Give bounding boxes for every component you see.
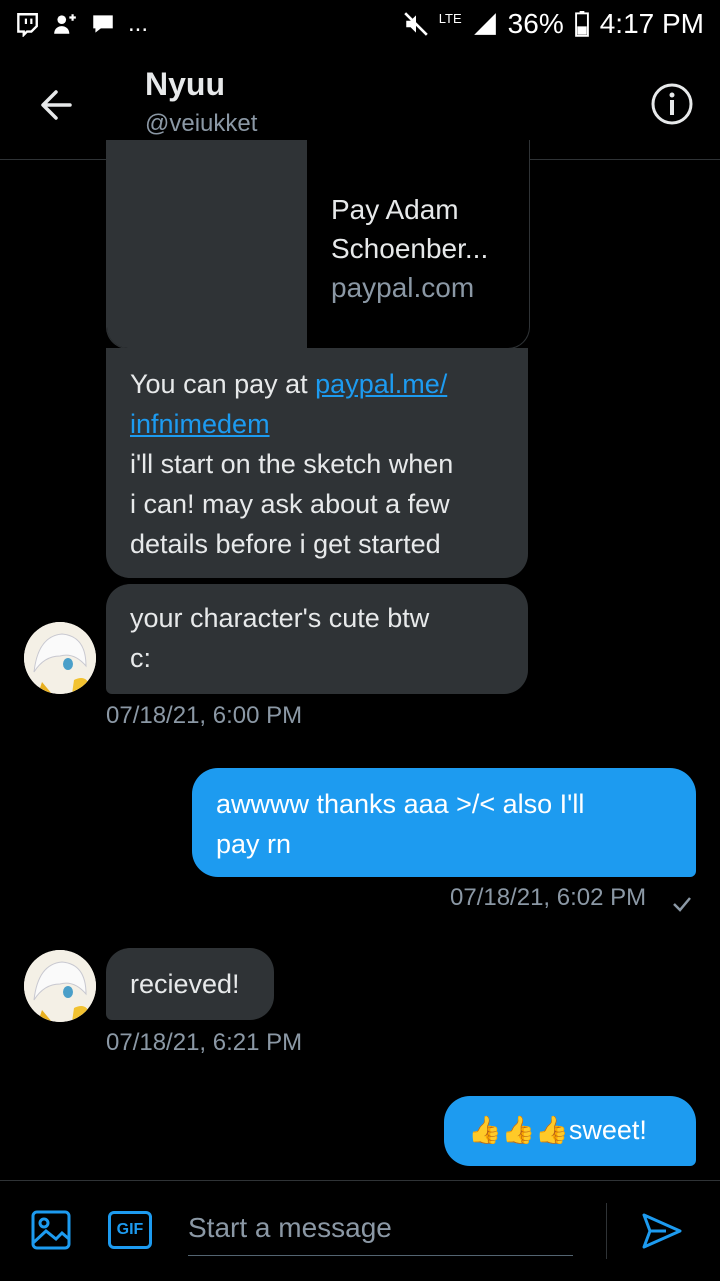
- status-bar: ... LTE 36% 4:17 PM: [0, 0, 720, 50]
- message-text: c:: [130, 643, 152, 673]
- checkmark-icon: [673, 897, 691, 912]
- message-input[interactable]: [188, 1201, 573, 1256]
- message-text: awwww thanks aaa >/< also I'll: [216, 789, 585, 819]
- message-icon: [93, 15, 113, 33]
- avatar[interactable]: [24, 950, 96, 1022]
- send-icon[interactable]: [640, 1209, 684, 1253]
- message-bubble-received[interactable]: your character's cute btw c:: [106, 584, 528, 694]
- message-text: sweet!: [568, 1115, 647, 1145]
- avatar-image: [24, 950, 96, 1022]
- system-indicators: LTE 36% 4:17 PM: [403, 8, 704, 40]
- message-text: pay rn: [216, 829, 292, 859]
- paypal-link-cont[interactable]: infnimedem: [130, 409, 270, 439]
- link-preview-image: [107, 140, 307, 348]
- message-composer: GIF: [0, 1180, 720, 1281]
- back-arrow-icon[interactable]: [30, 80, 84, 130]
- message-bubble-received[interactable]: recieved!: [106, 948, 274, 1020]
- message-bubble-sent[interactable]: 👍👍👍sweet!: [444, 1096, 696, 1166]
- composer-divider: [606, 1203, 607, 1259]
- timestamp: 07/18/21, 6:00 PM: [106, 702, 303, 729]
- gif-label: GIF: [116, 1221, 144, 1238]
- image-icon[interactable]: [30, 1209, 72, 1251]
- message-text: You can pay at: [130, 369, 316, 399]
- twitch-icon: [17, 13, 38, 37]
- message-text: details before i get started: [130, 529, 441, 559]
- mute-icon: [404, 12, 428, 36]
- link-title-line2: Schoenber...: [331, 233, 489, 264]
- signal-icon: [473, 13, 496, 35]
- timestamp: 07/18/21, 6:02 PM: [450, 884, 647, 911]
- message-text: i'll start on the sketch when: [130, 449, 454, 479]
- avatar-image: [24, 622, 96, 694]
- message-bubble-sent[interactable]: awwww thanks aaa >/< also I'll pay rn: [192, 768, 696, 877]
- info-icon[interactable]: [650, 82, 694, 126]
- add-person-icon: [54, 14, 76, 34]
- link-preview-card[interactable]: Pay Adam Schoenber... paypal.com: [106, 140, 530, 349]
- clock: 4:17 PM: [599, 8, 704, 39]
- timestamp: 07/18/21, 6:21 PM: [106, 1029, 303, 1056]
- message-text: i can! may ask about a few: [130, 489, 450, 519]
- thumbs-up-emoji: 👍👍👍: [468, 1115, 569, 1145]
- link-domain: paypal.com: [331, 272, 475, 303]
- notification-icons: ...: [14, 10, 148, 38]
- message-text: your character's cute btw: [130, 603, 430, 633]
- network-type: LTE: [438, 10, 462, 26]
- overflow-dots: ...: [128, 10, 149, 37]
- message-bubble-received[interactable]: You can pay at paypal.me/ infnimedem i'l…: [106, 348, 528, 578]
- message-text: recieved!: [130, 969, 240, 999]
- avatar[interactable]: [24, 622, 96, 694]
- battery-icon: [574, 11, 589, 37]
- paypal-link[interactable]: paypal.me/: [315, 369, 447, 399]
- contact-handle[interactable]: @veiukket: [145, 110, 257, 138]
- link-preview-text: Pay Adam Schoenber... paypal.com: [331, 190, 488, 307]
- battery-percent: 36%: [507, 8, 564, 39]
- link-title-line1: Pay Adam: [331, 194, 459, 225]
- contact-name[interactable]: Nyuu: [145, 66, 225, 103]
- gif-button[interactable]: GIF: [108, 1211, 152, 1249]
